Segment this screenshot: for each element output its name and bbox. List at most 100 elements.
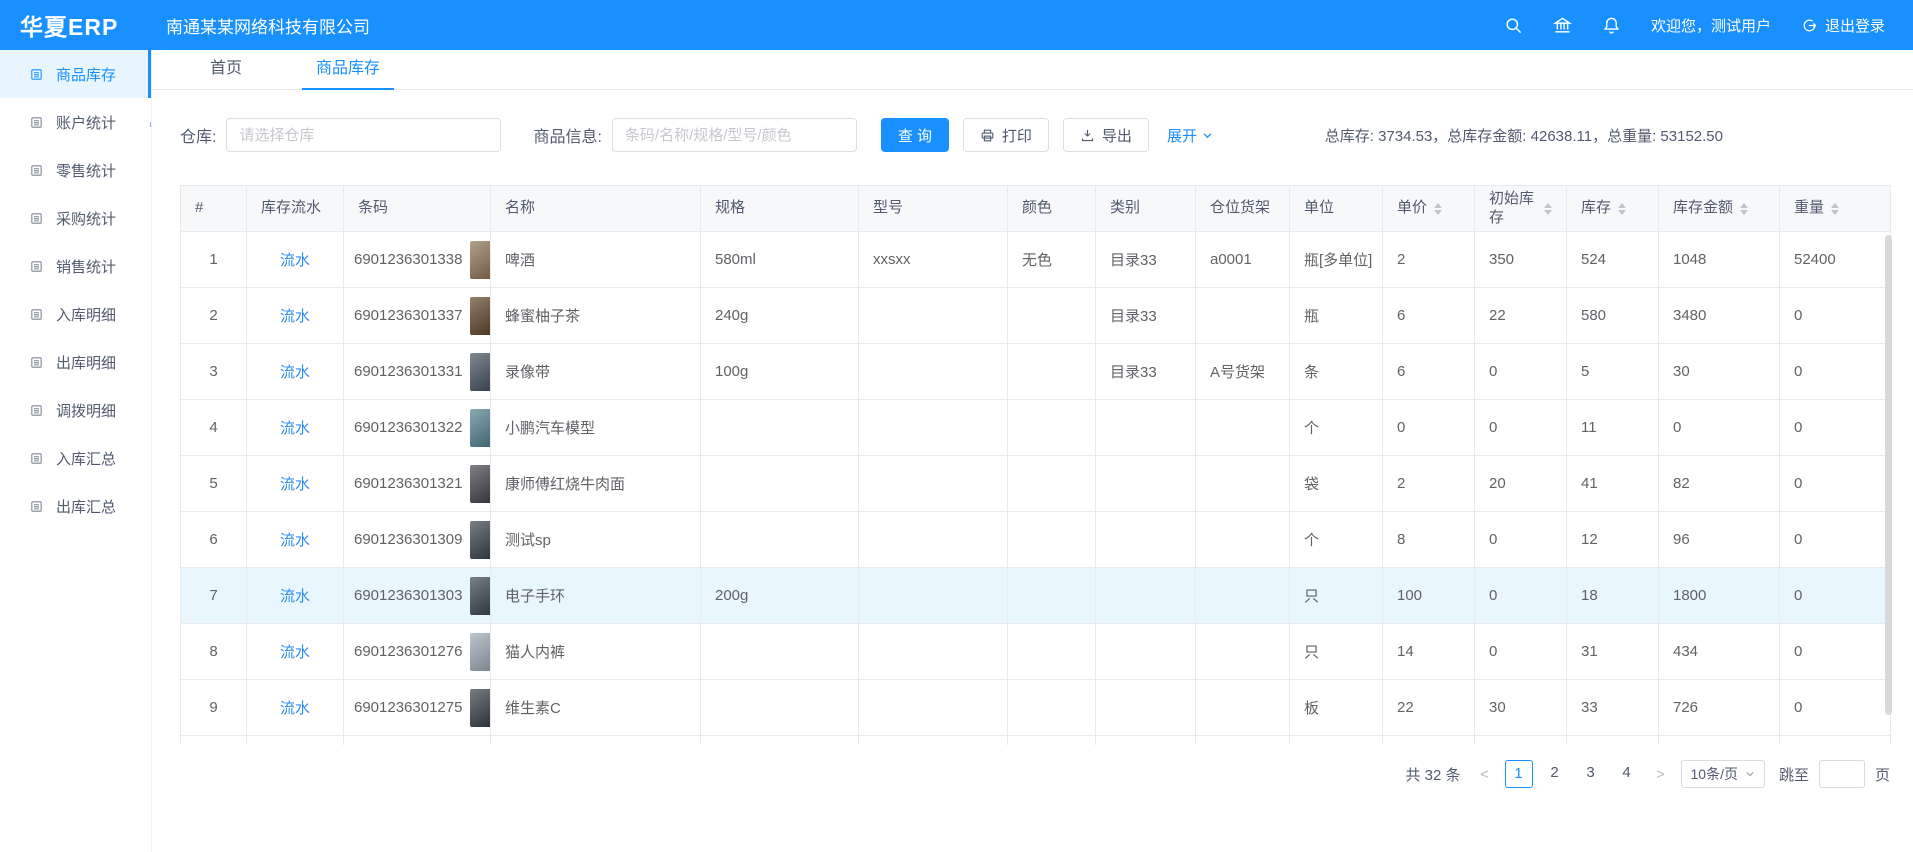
search-button[interactable]: 查 询 xyxy=(881,118,949,152)
product-info-input[interactable] xyxy=(612,118,857,152)
print-button[interactable]: 打印 xyxy=(963,118,1049,152)
column-header-rack: 仓位货架 xyxy=(1196,186,1290,232)
cell-amount xyxy=(1659,736,1780,746)
stock-flow-link[interactable]: 流水 xyxy=(280,252,310,269)
sidebar-item-out-detail[interactable]: 出库明细 xyxy=(0,338,151,386)
product-thumbnail xyxy=(470,745,490,746)
column-header-barcode: 条码 xyxy=(344,186,491,232)
doc-icon xyxy=(29,451,44,466)
tab-product-stock[interactable]: 商品库存 xyxy=(302,50,394,90)
sort-carets-icon[interactable] xyxy=(1831,203,1839,215)
cell-category xyxy=(1096,624,1196,680)
stock-flow-link[interactable]: 流水 xyxy=(280,364,310,381)
cell-price: 2 xyxy=(1383,232,1475,288)
column-label: 条码 xyxy=(358,199,388,218)
column-header-initial[interactable]: 初始库存 xyxy=(1475,186,1567,232)
cell-barcode: 6901236301275 xyxy=(344,680,491,736)
column-label: 仓位货架 xyxy=(1210,199,1270,218)
stock-flow-link[interactable]: 流水 xyxy=(280,476,310,493)
cell-name: 啤酒 xyxy=(491,232,701,288)
table-row: 8流水6901236301276猫人内裤只140314340 xyxy=(181,624,1891,680)
main-content: 首页 商品库存 仓库: 商品信息: 查 询 打印 导出 展开 总库存: 3734… xyxy=(152,50,1913,852)
barcode-value: 6901236301321 xyxy=(354,475,462,492)
tab-home[interactable]: 首页 xyxy=(196,50,256,90)
cell-model: xxsxx xyxy=(859,232,1008,288)
page-number-3[interactable]: 3 xyxy=(1577,760,1605,788)
column-header-weight[interactable]: 重量 xyxy=(1780,186,1891,232)
search-icon[interactable] xyxy=(1504,16,1523,35)
cell-category: 目录33 xyxy=(1096,288,1196,344)
sidebar-item-purchase-stat[interactable]: 采购统计 xyxy=(0,194,151,242)
sort-carets-icon[interactable] xyxy=(1434,203,1442,215)
logout-label: 退出登录 xyxy=(1825,15,1885,36)
cell-stock-flow: 流水 xyxy=(247,624,344,680)
sort-carets-icon[interactable] xyxy=(1618,203,1626,215)
cell-barcode: 6901236301276 xyxy=(344,624,491,680)
column-header-price[interactable]: 单价 xyxy=(1383,186,1475,232)
cell-rack xyxy=(1196,512,1290,568)
prev-page-button[interactable]: < xyxy=(1475,766,1495,783)
product-thumbnail xyxy=(470,409,490,447)
stock-flow-link[interactable]: 流水 xyxy=(280,532,310,549)
app-logo: 华夏ERP xyxy=(0,8,152,42)
jump-page-input[interactable] xyxy=(1819,760,1865,788)
stock-flow-link[interactable]: 流水 xyxy=(280,644,310,661)
warehouse-select[interactable] xyxy=(226,118,501,152)
cell-price: 2 xyxy=(1383,456,1475,512)
sidebar-item-in-summary[interactable]: 入库汇总 xyxy=(0,434,151,482)
cell-spec xyxy=(701,680,859,736)
cell-model xyxy=(859,568,1008,624)
sidebar-item-stock[interactable]: 商品库存 xyxy=(0,50,151,98)
cell-unit: 条 xyxy=(1290,344,1383,400)
page-number-2[interactable]: 2 xyxy=(1541,760,1569,788)
sidebar-item-account-stat[interactable]: 账户统计 xyxy=(0,98,151,146)
cell-rack xyxy=(1196,456,1290,512)
sidebar-item-out-summary[interactable]: 出库汇总 xyxy=(0,482,151,530)
next-page-button[interactable]: > xyxy=(1651,766,1671,783)
cell-amount: 3480 xyxy=(1659,288,1780,344)
column-header-color: 颜色 xyxy=(1008,186,1096,232)
cell-stock-flow: 流水 xyxy=(247,456,344,512)
expand-link[interactable]: 展开 xyxy=(1167,125,1213,146)
table-row: 6流水6901236301309测试sp个8012960 xyxy=(181,512,1891,568)
barcode-value: 6901236301309 xyxy=(354,531,462,548)
page-number-4[interactable]: 4 xyxy=(1613,760,1641,788)
sidebar-item-label: 出库明细 xyxy=(56,352,116,373)
column-header-stock[interactable]: 库存 xyxy=(1567,186,1659,232)
table-scrollbar[interactable] xyxy=(1885,235,1892,715)
cell-model xyxy=(859,624,1008,680)
doc-icon xyxy=(29,163,44,178)
doc-icon xyxy=(29,211,44,226)
column-header-amount[interactable]: 库存金额 xyxy=(1659,186,1780,232)
cell-initial: 22 xyxy=(1475,288,1567,344)
cell-stock-flow: 流水 xyxy=(247,736,344,746)
sort-carets-icon[interactable] xyxy=(1740,203,1748,215)
page-size-select[interactable]: 10条/页 xyxy=(1681,760,1765,788)
sidebar-item-in-detail[interactable]: 入库明细 xyxy=(0,290,151,338)
stock-flow-link[interactable]: 流水 xyxy=(280,308,310,325)
product-thumbnail xyxy=(470,521,490,559)
stock-flow-link[interactable]: 流水 xyxy=(280,588,310,605)
stock-flow-link[interactable]: 流水 xyxy=(280,700,310,717)
page-number-1[interactable]: 1 xyxy=(1505,760,1533,788)
column-header-spec: 规格 xyxy=(701,186,859,232)
tab-bar: 首页 商品库存 xyxy=(152,50,1913,90)
total-count: 共 32 条 xyxy=(1405,764,1460,785)
sidebar-item-retail-stat[interactable]: 零售统计 xyxy=(0,146,151,194)
cell-stock: 12 xyxy=(1567,512,1659,568)
bank-icon[interactable] xyxy=(1553,16,1572,35)
export-button[interactable]: 导出 xyxy=(1063,118,1149,152)
sidebar-item-sales-stat[interactable]: 销售统计 xyxy=(0,242,151,290)
stock-flow-link[interactable]: 流水 xyxy=(280,420,310,437)
sidebar-item-label: 入库明细 xyxy=(56,304,116,325)
cell-index: 7 xyxy=(181,568,247,624)
printer-icon xyxy=(980,128,995,143)
cell-unit: 个 xyxy=(1290,400,1383,456)
logout-button[interactable]: 退出登录 xyxy=(1801,15,1885,36)
cell-weight: 0 xyxy=(1780,568,1891,624)
sort-carets-icon[interactable] xyxy=(1544,203,1552,215)
bell-icon[interactable] xyxy=(1602,16,1621,35)
sidebar-item-transfer-detail[interactable]: 调拨明细 xyxy=(0,386,151,434)
cell-color xyxy=(1008,680,1096,736)
doc-icon xyxy=(29,355,44,370)
